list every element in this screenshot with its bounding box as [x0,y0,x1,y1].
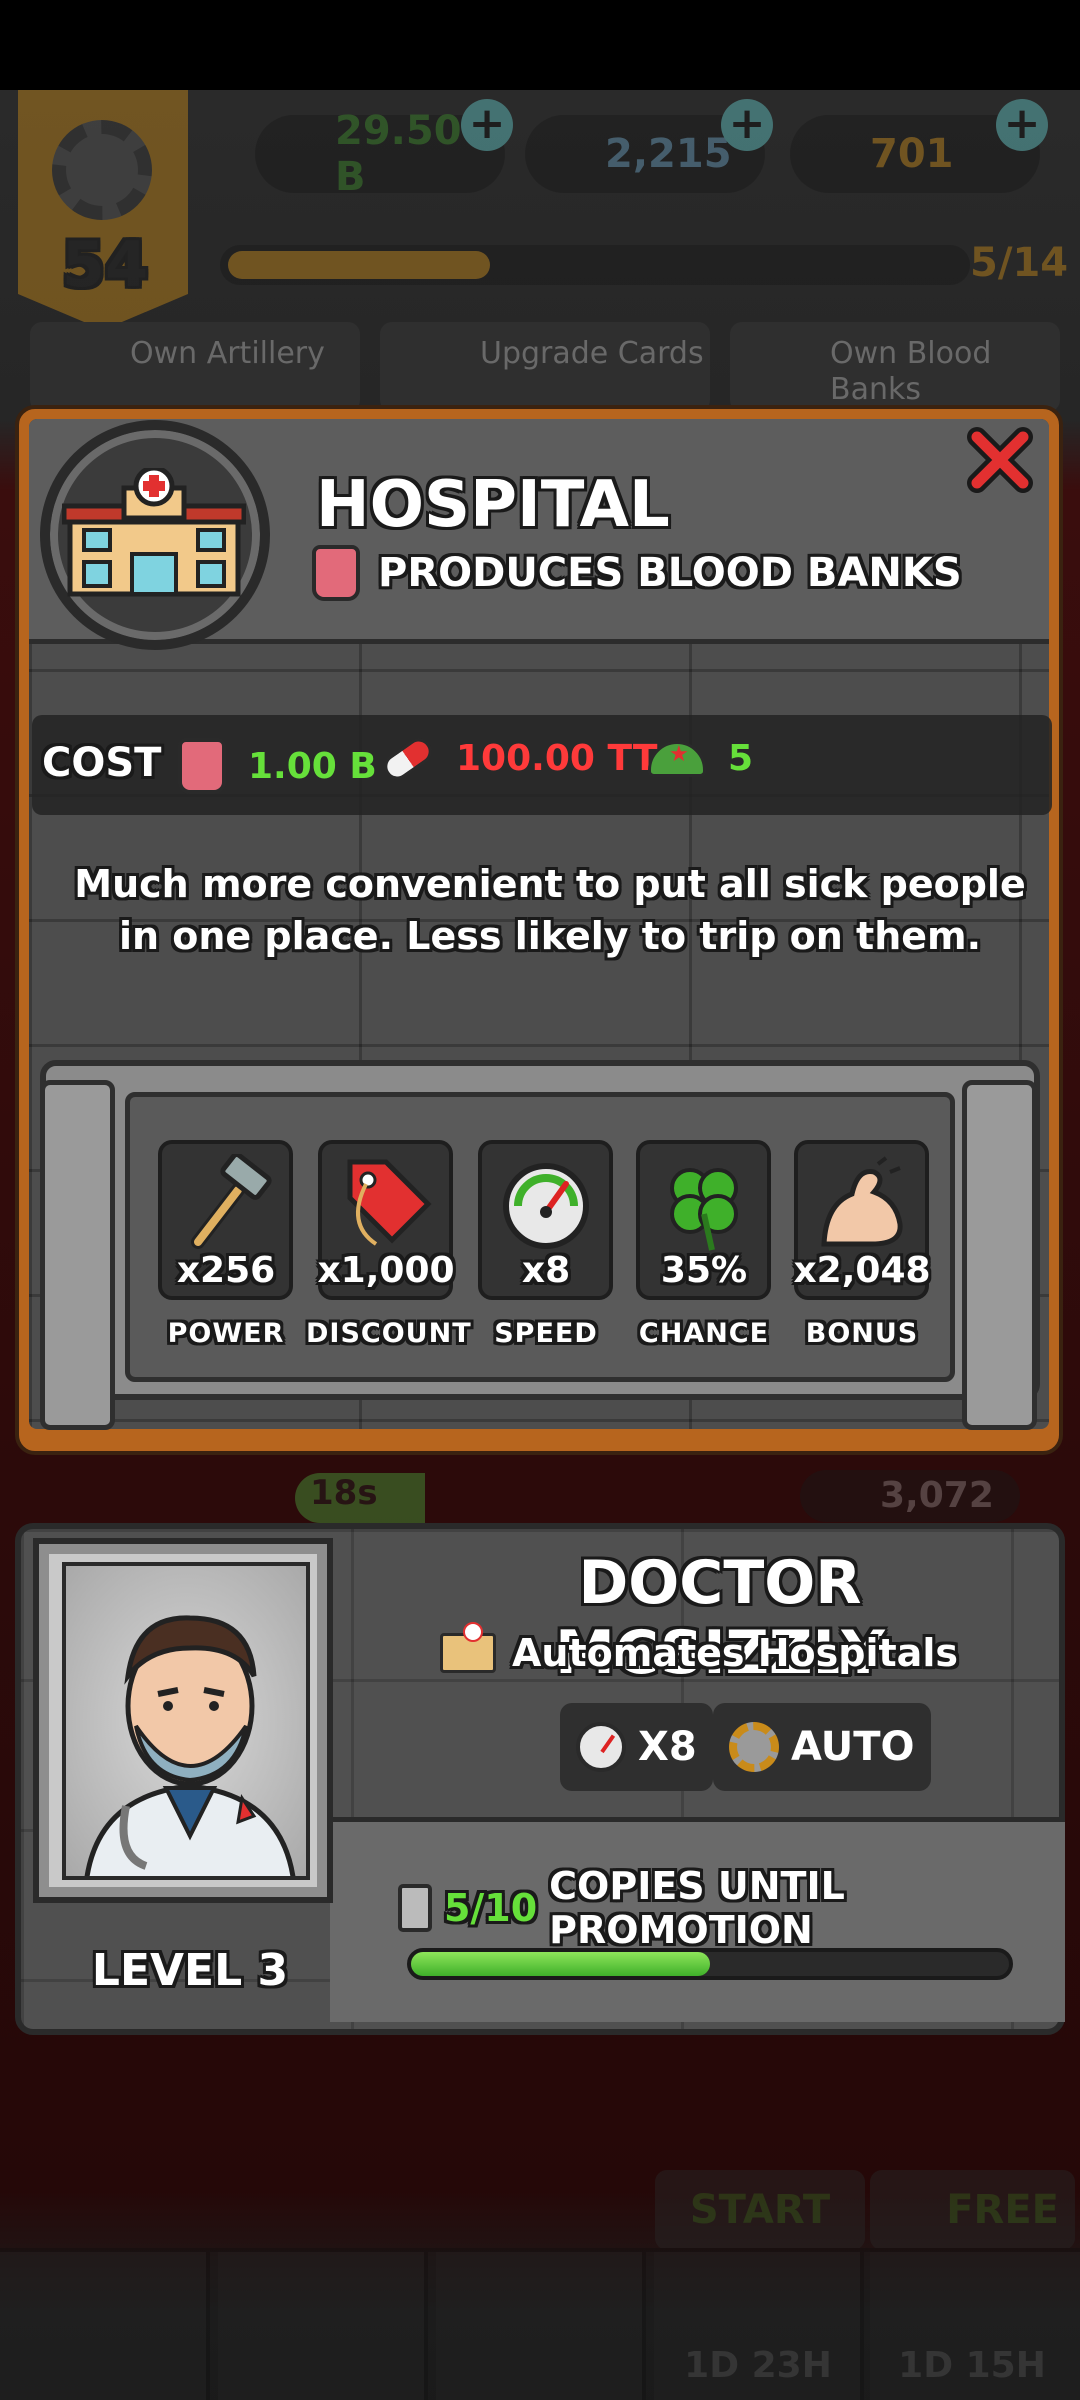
free-button[interactable]: FREE [870,2170,1075,2250]
bonus-power-label: POWER [167,1318,285,1349]
panel-post-right [962,1080,1037,1430]
level-progress-label: 5/14 [970,240,1069,286]
clover-icon [670,1168,738,1251]
add-research-plus-icon[interactable]: + [721,99,773,151]
bonus-chance-value: 35% [660,1250,748,1291]
hammer-icon [191,1154,272,1249]
muscle-icon [821,1156,903,1247]
cost-blood-banks: 1.00 B [178,738,377,794]
army-cap-icon [648,740,706,777]
cost-value: 1.00 B [248,745,377,787]
copies-count: 5/10 [443,1886,538,1930]
building-description: Much more convenient to put all sick peo… [74,862,1026,958]
produces-label: PRODUCES BLOOD BANKS [378,550,962,596]
bonus-power-value: x256 [176,1250,276,1291]
gold-value: 701 [870,131,954,177]
cost-label: COST [42,740,162,786]
gold-counter[interactable]: 701 + [790,99,1048,193]
hospital-icon [62,468,246,597]
research-counter[interactable]: 2,215 + [525,99,773,193]
manager-auto-chip: AUTO [713,1703,931,1791]
manager-auto-value: AUTO [791,1724,915,1770]
bonus-bonus-value: x2,048 [793,1250,931,1291]
quest-label: Own Artillery [130,336,325,371]
quest-own-artillery[interactable]: Own Artillery [30,322,360,412]
gear-icon [52,120,152,220]
nav-tab-files[interactable] [436,2252,646,2400]
promotion-progress-fill [411,1952,710,1976]
boss-timer: 1D 23H [684,2345,832,2386]
level-progress-fill [228,251,490,279]
manager-speed-value: X8 [638,1724,697,1770]
card-icon [398,1884,432,1932]
manager-speed-chip: X8 [560,1703,713,1791]
production-timer: 18s [295,1473,425,1523]
manager-level: LEVEL 3 [91,1945,289,1996]
bonus-discount-value: x1,000 [317,1250,455,1291]
nav-tab-missions[interactable] [0,2252,210,2400]
add-gold-plus-icon[interactable]: + [996,99,1048,151]
hospital-icon [440,1622,496,1673]
chest-timer: 1D 15H [898,2345,1046,2386]
blood-bank-count: 3,072 [800,1470,1020,1522]
blood-bank-icon [312,545,360,601]
close-icon [967,427,1033,493]
nav-tab-cards[interactable] [218,2252,428,2400]
bonus-speed-label: SPEED [494,1318,598,1349]
cash-counter[interactable]: 29.50 B + [255,99,513,200]
cost-value: 5 [728,738,754,779]
speed-gauge-icon [576,1722,626,1772]
start-button[interactable]: START [655,2170,865,2250]
manager-automates-row: Automates Hospitals [440,1622,958,1681]
copies-text: COPIES UNTIL PROMOTION [549,1864,845,1952]
cost-pills: 100.00 TT [379,732,658,785]
close-button[interactable] [960,420,1040,500]
quest-label: Upgrade Cards [480,336,704,371]
quest-own-blood-banks[interactable]: Own Blood Banks [730,322,1060,412]
speed-gauge-icon [503,1163,589,1249]
bonus-bonus-label: BONUS [805,1318,919,1349]
auto-gear-icon [729,1722,779,1772]
research-value: 2,215 [605,131,732,177]
panel-post-left [40,1080,115,1430]
promotion-copies-row: 5/10 COPIES UNTIL PROMOTION [398,1864,1080,1952]
cost-value: 100.00 TT [456,738,658,779]
blood-bank-icon [178,738,226,794]
price-tag-icon [347,1159,432,1246]
cost-recruits: 5 [648,738,753,779]
pill-icon [379,732,437,785]
doctor-avatar-icon [84,1615,296,1876]
manager-automates-label: Automates Hospitals [512,1631,958,1675]
produces-row: PRODUCES BLOOD BANKS [312,543,962,603]
building-title: HOSPITAL [316,468,670,542]
add-cash-plus-icon[interactable]: + [461,99,513,151]
bonus-speed-value: x8 [521,1250,571,1291]
quest-label: Own Blood Banks [830,336,992,407]
bonus-chance-label: CHANCE [638,1318,770,1349]
player-level: 54 [61,228,149,301]
quest-upgrade-cards[interactable]: Upgrade Cards [380,322,710,412]
bonus-discount-label: DISCOUNT [306,1318,472,1349]
manager-portrait[interactable] [62,1562,310,1880]
status-bar-area [0,0,1080,90]
